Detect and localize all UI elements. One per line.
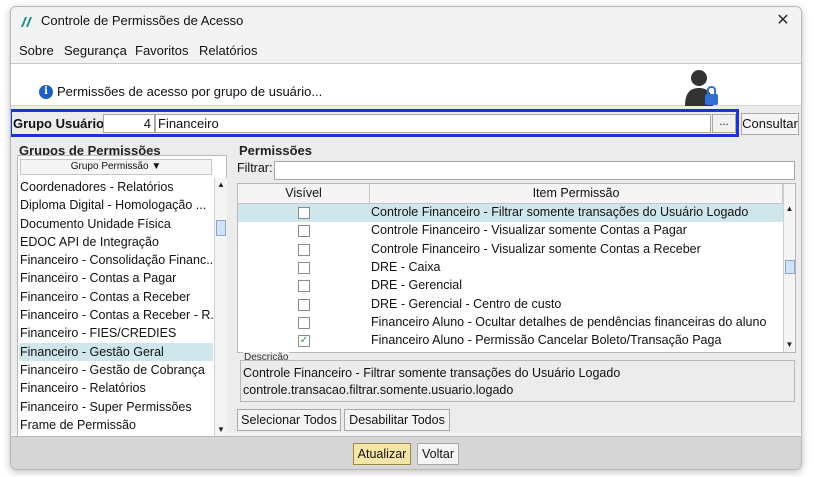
disable-all-button[interactable]: Desabilitar Todos	[344, 409, 450, 431]
close-icon[interactable]: ✕	[773, 11, 793, 31]
permission-groups-list: Grupo Permissão ▼ Coordenadores - Relató…	[17, 155, 227, 438]
info-bar: i Permissões de acesso por grupo de usuá…	[11, 64, 801, 106]
column-item[interactable]: Item Permissão	[370, 184, 783, 204]
checkbox[interactable]	[298, 298, 310, 311]
group-list-item[interactable]: Financeiro - FIES/CREDIES	[19, 324, 213, 342]
info-icon: i	[39, 85, 53, 99]
group-list-scrollbar[interactable]: ▲ ▼	[214, 178, 227, 437]
group-list-item[interactable]: Documento Unidade Física	[19, 215, 213, 233]
table-row[interactable]: DRE - Gerencial - Centro de custo	[238, 296, 783, 314]
group-list-item[interactable]: Financeiro - Super Permissões	[19, 398, 213, 416]
group-id-field[interactable]: 4	[103, 114, 155, 133]
table-row[interactable]: Controle Financeiro - Filtrar somente tr…	[238, 204, 783, 223]
main-content: i Permissões de acesso por grupo de usuá…	[11, 63, 801, 438]
group-user-label: Grupo Usuário:	[13, 116, 109, 131]
group-list-item[interactable]: Financeiro - Relatórios	[19, 379, 213, 397]
permission-item-label: Controle Financeiro - Visualizar somente…	[371, 223, 687, 238]
scroll-thumb[interactable]	[216, 220, 226, 236]
checkbox[interactable]	[298, 207, 310, 219]
menu-relatorios[interactable]: Relatórios	[199, 43, 258, 58]
scroll-up-icon[interactable]: ▲	[784, 202, 795, 216]
permission-item-label: Controle Financeiro - Visualizar somente…	[371, 241, 701, 256]
group-list-item[interactable]: Frame de Permissão	[19, 416, 213, 434]
checkbox[interactable]	[298, 316, 310, 329]
group-list-item[interactable]: Diploma Digital - Homologação ...	[19, 196, 213, 214]
description-box: Controle Financeiro - Filtrar somente tr…	[240, 360, 795, 402]
group-user-bar: Grupo Usuário: 4 Financeiro ...	[11, 109, 739, 137]
table-row[interactable]: Financeiro Aluno - Ocultar detalhes de p…	[238, 314, 783, 332]
update-button[interactable]: Atualizar	[353, 443, 411, 465]
group-list-item[interactable]: Financeiro - Contas a Receber - R...	[19, 306, 213, 324]
group-list-item[interactable]: EDOC API de Integração	[19, 233, 213, 251]
consult-button[interactable]: Consultar	[741, 113, 799, 135]
filter-label: Filtrar:	[237, 161, 273, 175]
group-list-item[interactable]: Coordenadores - Relatórios	[19, 178, 213, 196]
table-row[interactable]: ✓ Financeiro Aluno - Permissão Cancelar B…	[238, 332, 783, 350]
table-row[interactable]: Controle Financeiro - Visualizar somente…	[238, 222, 783, 240]
group-list: Coordenadores - Relatórios Diploma Digita…	[19, 178, 213, 434]
app-logo-icon	[21, 17, 32, 27]
checkbox[interactable]	[298, 280, 310, 293]
permission-item-label: DRE - Caixa	[371, 259, 441, 274]
description-line-1: Controle Financeiro - Filtrar somente tr…	[243, 366, 621, 380]
checkbox[interactable]	[298, 243, 310, 256]
filter-input[interactable]	[274, 161, 795, 180]
table-row[interactable]: Controle Financeiro - Visualizar somente…	[238, 241, 783, 259]
description-line-2: controle.transacao.filtrar.somente.usuar…	[243, 383, 514, 397]
checkbox[interactable]	[298, 261, 310, 274]
scroll-down-icon[interactable]: ▼	[215, 423, 227, 437]
checkbox[interactable]	[298, 225, 310, 238]
menu-seguranca[interactable]: Segurança	[64, 43, 127, 58]
permission-item-label: Controle Financeiro - Filtrar somente tr…	[371, 205, 749, 219]
permission-item-label: Financeiro Aluno - Ocultar detalhes de p…	[371, 314, 767, 329]
window-title: Controle de Permissões de Acesso	[41, 13, 244, 28]
scroll-up-icon[interactable]: ▲	[215, 178, 227, 192]
select-all-button[interactable]: Selecionar Todos	[237, 409, 341, 431]
menu-sobre[interactable]: Sobre	[19, 43, 54, 58]
menu-favoritos[interactable]: Favoritos	[135, 43, 188, 58]
title-bar: Controle de Permissões de Acesso ✕	[11, 7, 801, 37]
permission-item-label: DRE - Gerencial	[371, 278, 462, 293]
permission-item-label: Financeiro Aluno - Permissão Cancelar Bo…	[371, 333, 722, 348]
group-list-item[interactable]: Financeiro - Consolidação Financ...	[19, 251, 213, 269]
scroll-thumb[interactable]	[785, 260, 795, 274]
scroll-down-icon[interactable]: ▼	[784, 338, 795, 352]
group-lookup-button[interactable]: ...	[712, 114, 736, 133]
group-list-item[interactable]: Financeiro - Contas a Receber	[19, 288, 213, 306]
user-lock-icon	[685, 70, 718, 106]
group-list-item[interactable]: Financeiro - Gestão Geral	[19, 342, 213, 361]
checkbox-checked[interactable]: ✓	[298, 335, 310, 348]
menu-bar: Sobre Segurança Favoritos Relatórios	[11, 40, 801, 62]
table-row[interactable]: DRE - Caixa	[238, 259, 783, 277]
group-column-header[interactable]: Grupo Permissão ▼	[20, 159, 212, 175]
group-name-field[interactable]: Financeiro	[155, 114, 711, 133]
table-row[interactable]: DRE - Gerencial	[238, 277, 783, 295]
footer-bar: Atualizar Voltar	[11, 436, 801, 469]
column-visible[interactable]: Visível	[238, 184, 370, 204]
permission-item-label: DRE - Gerencial - Centro de custo	[371, 296, 562, 311]
permissions-section-title: Permissões	[239, 143, 312, 158]
group-list-item[interactable]: Financeiro - Contas a Pagar	[19, 269, 213, 287]
permissions-scrollbar[interactable]: ▲ ▼	[783, 184, 795, 352]
group-list-item[interactable]: Financeiro - Gestão de Cobrança	[19, 361, 213, 379]
back-button[interactable]: Voltar	[417, 443, 459, 465]
permissions-table: Visível Item Permissão Controle Financei…	[237, 183, 796, 353]
permissions-window: Controle de Permissões de Acesso ✕ Sobre…	[10, 6, 802, 470]
info-text: Permissões de acesso por grupo de usuári…	[57, 84, 323, 99]
